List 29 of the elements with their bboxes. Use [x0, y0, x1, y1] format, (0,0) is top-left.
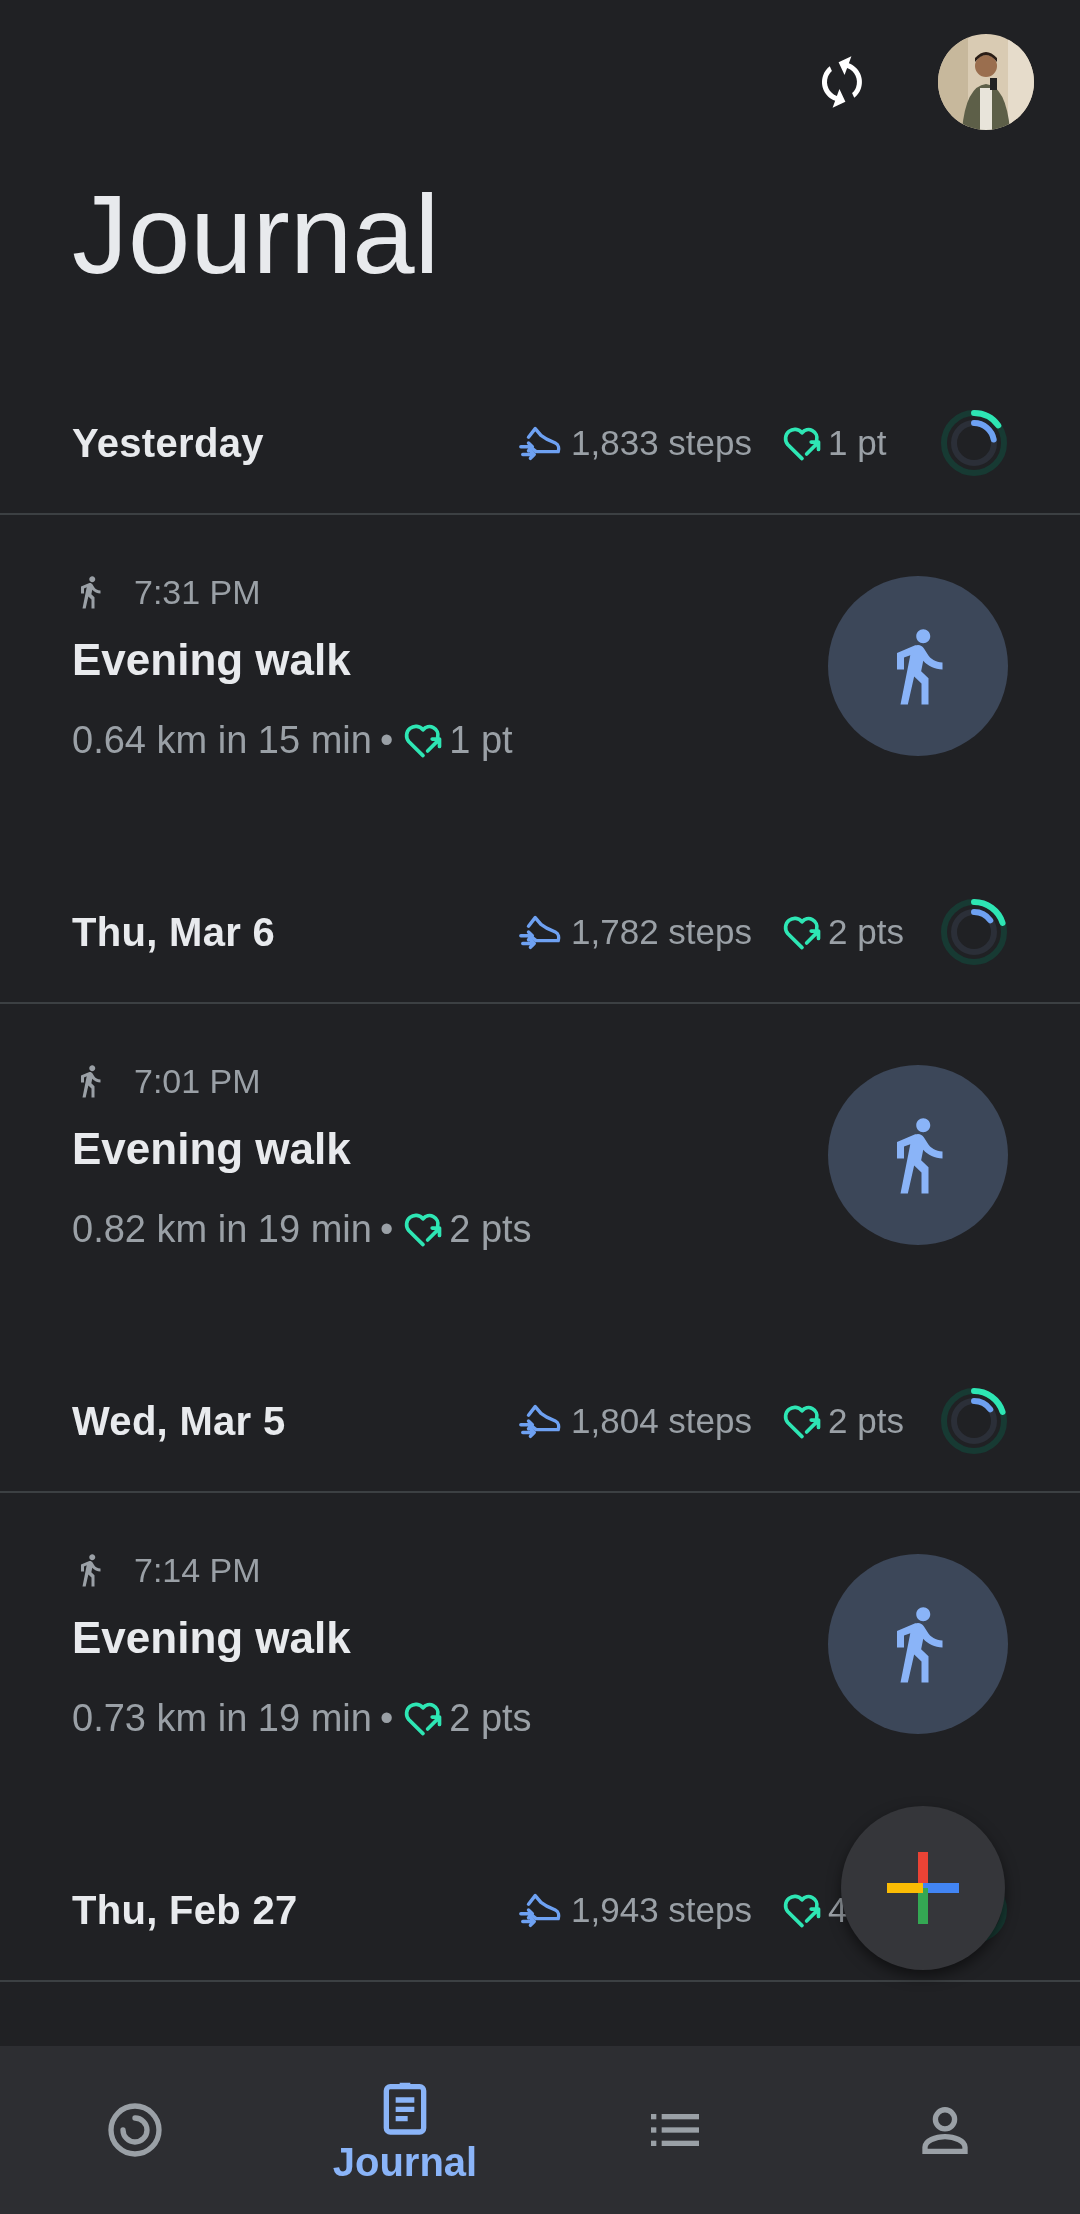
separator-dot: •	[379, 718, 394, 762]
day-date: Yesterday	[72, 420, 265, 466]
activity-summary: 0.82 km in 19 min	[72, 1207, 372, 1251]
activity-summary: 0.64 km in 15 min	[72, 718, 372, 762]
activity-title[interactable]: Evening walk	[72, 1124, 351, 1173]
page-title: Journal	[72, 171, 440, 299]
separator-dot: •	[379, 1696, 394, 1740]
day-date: Thu, Mar 6	[72, 909, 277, 955]
steps-count: 1,804 steps	[571, 1401, 752, 1441]
activity-time: 7:01 PM	[134, 1061, 261, 1101]
plus-icon	[887, 1852, 959, 1924]
day-date: Wed, Mar 5	[72, 1398, 287, 1444]
heart-points: 1 pt	[828, 423, 888, 463]
activity-time: 7:31 PM	[134, 572, 261, 612]
activity-time: 7:14 PM	[134, 1550, 261, 1590]
activity-summary: 0.73 km in 19 min	[72, 1696, 372, 1740]
heart-points: 2 pts	[449, 1696, 532, 1740]
heart-points: 4	[828, 1890, 849, 1930]
heart-points: 2 pts	[828, 912, 905, 952]
heart-points: 1 pt	[449, 718, 513, 762]
steps-count: 1,833 steps	[571, 423, 752, 463]
heart-points: 2 pts	[449, 1207, 532, 1251]
steps-count: 1,943 steps	[571, 1890, 752, 1930]
activity-title[interactable]: Evening walk	[72, 635, 351, 684]
steps-count: 1,782 steps	[571, 912, 752, 952]
heart-points: 2 pts	[828, 1401, 905, 1441]
separator-dot: •	[379, 1207, 394, 1251]
day-date: Thu, Feb 27	[72, 1887, 299, 1933]
activity-title[interactable]: Evening walk	[72, 1613, 351, 1662]
